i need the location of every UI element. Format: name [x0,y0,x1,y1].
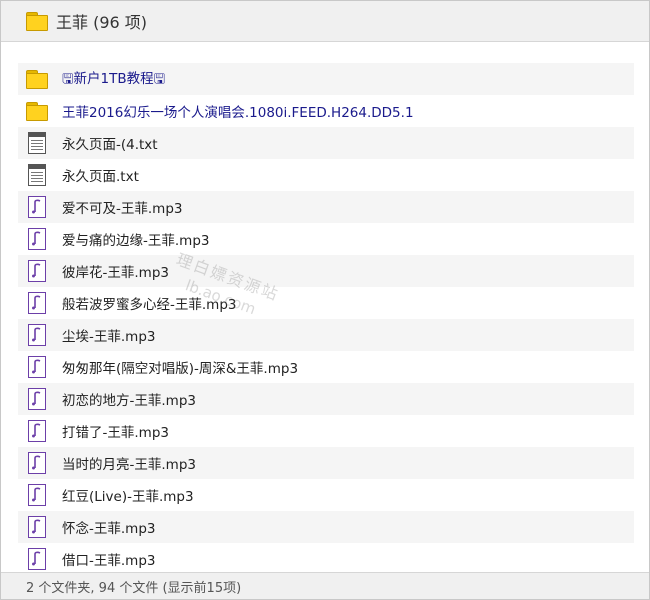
row-icon-container [26,291,48,315]
audio-file-icon [28,420,46,442]
file-row[interactable]: 永久页面.txt [18,159,634,191]
file-row[interactable]: 红豆(Live)-王菲.mp3 [18,479,634,511]
file-row[interactable]: 初恋的地方-王菲.mp3 [18,383,634,415]
folder-title: 王菲 (96 项) [56,13,148,32]
folder-icon [26,102,48,121]
file-row[interactable]: 永久页面-(4.txt [18,127,634,159]
row-icon-container [26,227,48,251]
file-row[interactable]: 般若波罗蜜多心经-王菲.mp3 [18,287,634,319]
file-row[interactable]: 尘埃-王菲.mp3 [18,319,634,351]
row-icon-container [26,259,48,283]
file-row[interactable]: 当时的月亮-王菲.mp3 [18,447,634,479]
audio-file-icon [28,356,46,378]
audio-file-icon [28,324,46,346]
file-row[interactable]: 借口-王菲.mp3 [18,543,634,571]
audio-file-icon [28,548,46,570]
status-summary: 2 个文件夹, 94 个文件 (显示前15项) [26,581,242,596]
folder-row[interactable]: 🖫新户1TB教程🖫 [18,63,634,95]
file-row[interactable]: 爱与痛的边缘-王菲.mp3 [18,223,634,255]
text-file-icon [28,164,46,186]
row-icon-container [26,67,48,91]
file-row[interactable]: 打错了-王菲.mp3 [18,415,634,447]
row-icon-container [26,163,48,187]
file-row[interactable]: 彼岸花-王菲.mp3 [18,255,634,287]
audio-file-icon [28,260,46,282]
row-icon-container [26,451,48,475]
row-icon-container [26,387,48,411]
item-name: 彼岸花-王菲.mp3 [62,265,169,281]
status-bar: 2 个文件夹, 94 个文件 (显示前15项) [1,572,649,599]
audio-file-icon [28,452,46,474]
row-icon-container [26,355,48,379]
file-list: 🖫新户1TB教程🖫 王菲2016幻乐一场个人演唱会.1080i.FEED.H264… [18,63,634,571]
row-icon-container [26,323,48,347]
item-name: 当时的月亮-王菲.mp3 [62,457,196,473]
folder-icon [26,70,48,89]
text-file-icon [28,132,46,154]
row-icon-container [26,547,48,571]
file-list-window: 王菲 (96 项) 🖫新户1TB教程🖫 王菲2016幻乐一场个人演唱会.1080i… [0,0,650,600]
item-name: 爱与痛的边缘-王菲.mp3 [62,233,210,249]
item-name: 王菲2016幻乐一场个人演唱会.1080i.FEED.H264.DD5.1 [62,105,414,121]
item-name: 永久页面-(4.txt [62,137,158,153]
item-name: 🖫新户1TB教程🖫 [62,70,166,87]
item-name: 借口-王菲.mp3 [62,553,156,569]
audio-file-icon [28,516,46,538]
item-name: 匆匆那年(隔空对唱版)-周深&王菲.mp3 [62,361,299,377]
folder-icon [26,12,48,31]
row-icon-container [26,419,48,443]
item-name: 初恋的地方-王菲.mp3 [62,393,196,409]
header-bar: 王菲 (96 项) [1,1,649,42]
file-row[interactable]: 怀念-王菲.mp3 [18,511,634,543]
row-icon-container [26,515,48,539]
item-name: 永久页面.txt [62,169,139,185]
row-icon-container [26,99,48,123]
item-name: 般若波罗蜜多心经-王菲.mp3 [62,297,237,313]
folder-row[interactable]: 王菲2016幻乐一场个人演唱会.1080i.FEED.H264.DD5.1 [18,95,634,127]
item-name: 爱不可及-王菲.mp3 [62,201,183,217]
item-name: 怀念-王菲.mp3 [62,521,156,537]
file-row[interactable]: 爱不可及-王菲.mp3 [18,191,634,223]
item-name: 红豆(Live)-王菲.mp3 [62,489,194,505]
file-row[interactable]: 匆匆那年(隔空对唱版)-周深&王菲.mp3 [18,351,634,383]
audio-file-icon [28,196,46,218]
audio-file-icon [28,228,46,250]
item-name: 尘埃-王菲.mp3 [62,329,156,345]
row-icon-container [26,483,48,507]
row-icon-container [26,131,48,155]
audio-file-icon [28,292,46,314]
audio-file-icon [28,484,46,506]
audio-file-icon [28,388,46,410]
row-icon-container [26,195,48,219]
item-name: 打错了-王菲.mp3 [62,425,169,441]
